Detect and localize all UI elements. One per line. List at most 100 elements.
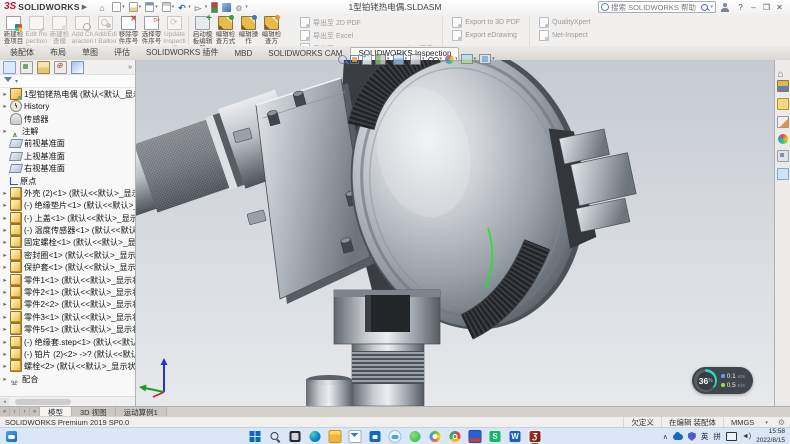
ribbon-tab[interactable]: SOLIDWORKS CAM bbox=[260, 47, 350, 60]
tree-item[interactable]: 右视基准面 bbox=[0, 162, 135, 174]
ime-mode[interactable]: 拼 bbox=[713, 431, 721, 442]
tree-item[interactable]: ▸零件5<1> (默认<<默认>_显示状态 bbox=[0, 323, 135, 335]
expand-icon[interactable]: ▸ bbox=[2, 127, 8, 135]
minimize-button[interactable]: – bbox=[747, 3, 760, 12]
edit-operation-button[interactable]: 编辑操作 bbox=[237, 14, 260, 47]
tree-item[interactable]: ▸密封圈<1> (默认<<默认>_显示状 bbox=[0, 249, 135, 261]
expand-icon[interactable]: ▸ bbox=[2, 201, 8, 209]
file-explorer-taskbar-button[interactable] bbox=[329, 430, 342, 443]
status-options-icon[interactable]: ⚙ bbox=[772, 418, 785, 427]
expand-icon[interactable]: ▸ bbox=[2, 214, 8, 222]
assembly-model[interactable] bbox=[136, 60, 775, 406]
store-taskbar-button[interactable] bbox=[369, 430, 382, 443]
propertymanager-tab[interactable] bbox=[20, 61, 33, 74]
ribbon-tab[interactable]: 布局 bbox=[42, 45, 74, 60]
select-button[interactable]: ▾ bbox=[195, 3, 208, 12]
undo-button[interactable]: ▾ bbox=[178, 3, 191, 12]
display-style-button[interactable]: ▾ bbox=[410, 54, 425, 65]
edit-inspection-mode-button[interactable]: 编辑检查方 bbox=[260, 14, 283, 47]
help-search-box[interactable]: 搜索 SOLIDWORKS 帮助 ▾ bbox=[598, 1, 716, 13]
tree-item[interactable]: 原点 bbox=[0, 174, 135, 186]
mail-taskbar-button[interactable] bbox=[349, 430, 362, 443]
zoom-fit-button[interactable] bbox=[338, 55, 347, 64]
browser-green-taskbar-button[interactable] bbox=[409, 430, 422, 443]
tree-item[interactable]: ▸(-) 铂片 (2)<2> ->? (默认<<默认> bbox=[0, 348, 135, 360]
browser-360-taskbar-button[interactable] bbox=[429, 430, 442, 443]
search-taskbar-button[interactable] bbox=[269, 430, 282, 443]
tree-item[interactable]: ▸保护套<1> (默认<<默认>_显示状 bbox=[0, 261, 135, 273]
display-settings-button[interactable] bbox=[222, 3, 231, 12]
home-button[interactable] bbox=[99, 3, 108, 12]
tree-item[interactable]: ▸(-) 绝缘套.step<1> (默认<<默认> bbox=[0, 335, 135, 347]
widgets-icon[interactable] bbox=[6, 431, 17, 442]
save-button[interactable]: ▾ bbox=[145, 2, 158, 12]
export-menu-item[interactable]: Export eDrawing bbox=[452, 30, 520, 41]
edit-inspection-method-button[interactable]: 编辑检查方式 bbox=[214, 14, 237, 47]
launch-template-editor-button[interactable]: 启动模板编辑器 bbox=[191, 14, 214, 47]
search-caret-icon[interactable]: ▾ bbox=[710, 4, 713, 10]
options-button[interactable]: ▾ bbox=[235, 3, 248, 12]
view-settings-button[interactable]: ▾ bbox=[479, 54, 495, 64]
defender-icon[interactable] bbox=[688, 432, 696, 441]
tree-item[interactable]: ▸外壳 (2)<1> (默认<<默认>_显示状 bbox=[0, 187, 135, 199]
ribbon-tab[interactable]: 评估 bbox=[106, 45, 138, 60]
close-button[interactable]: ✕ bbox=[773, 3, 786, 12]
scroll-left-icon[interactable]: ◂ bbox=[0, 398, 9, 406]
export-menu-item[interactable]: QualityXpert bbox=[539, 17, 591, 28]
expand-icon[interactable]: ▸ bbox=[2, 238, 8, 246]
ribbon-tab[interactable]: SOLIDWORKS 插件 bbox=[138, 45, 226, 60]
file-explorer-tab[interactable] bbox=[777, 98, 789, 110]
expand-icon[interactable]: ▸ bbox=[2, 325, 8, 333]
units-caret-icon[interactable]: ▾ bbox=[761, 420, 772, 426]
chrome-taskbar-button[interactable] bbox=[449, 430, 462, 443]
rebuild-button[interactable] bbox=[211, 2, 218, 13]
expand-icon[interactable]: ▸ bbox=[2, 313, 8, 321]
scrollbar-thumb[interactable] bbox=[15, 399, 71, 405]
taskbar-clock[interactable]: 15:58 2022/8/15 bbox=[756, 428, 785, 444]
solidworks-resources-tab[interactable] bbox=[778, 64, 788, 74]
custom-properties-tab[interactable] bbox=[777, 150, 789, 162]
expand-icon[interactable]: ▸ bbox=[2, 90, 8, 98]
volume-icon[interactable]: ◄) bbox=[742, 433, 751, 440]
expand-icon[interactable]: ▸ bbox=[2, 375, 8, 383]
apply-scene-button[interactable]: ▾ bbox=[461, 54, 477, 64]
forum-tab[interactable] bbox=[777, 168, 789, 180]
notes-green-taskbar-button[interactable] bbox=[489, 430, 502, 443]
appearances-scenes-tab[interactable] bbox=[778, 134, 788, 144]
expand-icon[interactable]: ▸ bbox=[2, 350, 8, 358]
tree-item[interactable]: ▸固定螺栓<1> (默认<<默认>_显示 bbox=[0, 236, 135, 248]
solidworks-taskbar-button[interactable] bbox=[529, 430, 542, 443]
tree-item[interactable]: ▸(-) 绝缘垫片<1> (默认<<默认>_显 bbox=[0, 199, 135, 211]
expand-icon[interactable]: ▸ bbox=[2, 189, 8, 197]
display-icon[interactable] bbox=[726, 432, 737, 441]
tree-item[interactable]: ▸零件1<1> (默认<<默认>_显示状态 bbox=[0, 273, 135, 285]
print-button[interactable]: ▾ bbox=[162, 2, 175, 12]
ribbon-tab[interactable]: 装配体 bbox=[2, 45, 42, 60]
select-balloons-button[interactable]: 选择零件序号 bbox=[140, 14, 163, 47]
export-menu-item[interactable]: Export to 3D PDF bbox=[452, 17, 520, 28]
tree-item[interactable]: 前视基准面 bbox=[0, 137, 135, 149]
ime-language[interactable]: 英 bbox=[701, 431, 709, 442]
expand-icon[interactable]: ▸ bbox=[2, 226, 8, 234]
expand-icon[interactable]: ▸ bbox=[2, 288, 8, 296]
expand-icon[interactable]: ▸ bbox=[2, 300, 8, 308]
panel-hscrollbar[interactable]: ◂ bbox=[0, 396, 135, 406]
export-menu-item[interactable]: 导出至 2D PDF bbox=[300, 17, 433, 28]
expand-icon[interactable]: ▸ bbox=[2, 102, 8, 110]
graphics-area[interactable]: 36% 0.1K/S 0.5K/S bbox=[136, 60, 775, 406]
new-document-button[interactable]: ▾ bbox=[112, 2, 125, 12]
view-orientation-button[interactable]: ▾ bbox=[393, 54, 408, 65]
tree-item[interactable]: ▸零件3<1> (默认<<默认>_显示状态 bbox=[0, 311, 135, 323]
task-view-taskbar-button[interactable] bbox=[289, 430, 302, 443]
expand-icon[interactable]: ▸ bbox=[2, 251, 8, 259]
user-account-icon[interactable] bbox=[721, 3, 729, 12]
displaymanager-tab[interactable] bbox=[71, 61, 84, 74]
remove-balloons-button[interactable]: 移除零件序号 bbox=[117, 14, 140, 47]
zoom-area-button[interactable] bbox=[350, 55, 359, 64]
tray-expand-icon[interactable]: ∧ bbox=[663, 433, 668, 441]
expand-icon[interactable]: ▸ bbox=[2, 263, 8, 271]
dimxpertmanager-tab[interactable] bbox=[54, 61, 67, 74]
tree-item[interactable]: ▸(-) 温度传感器<1> (默认<<默认>_ bbox=[0, 224, 135, 236]
ribbon-tab[interactable]: MBD bbox=[226, 47, 260, 60]
edit-appearance-button[interactable]: ▾ bbox=[445, 55, 458, 64]
